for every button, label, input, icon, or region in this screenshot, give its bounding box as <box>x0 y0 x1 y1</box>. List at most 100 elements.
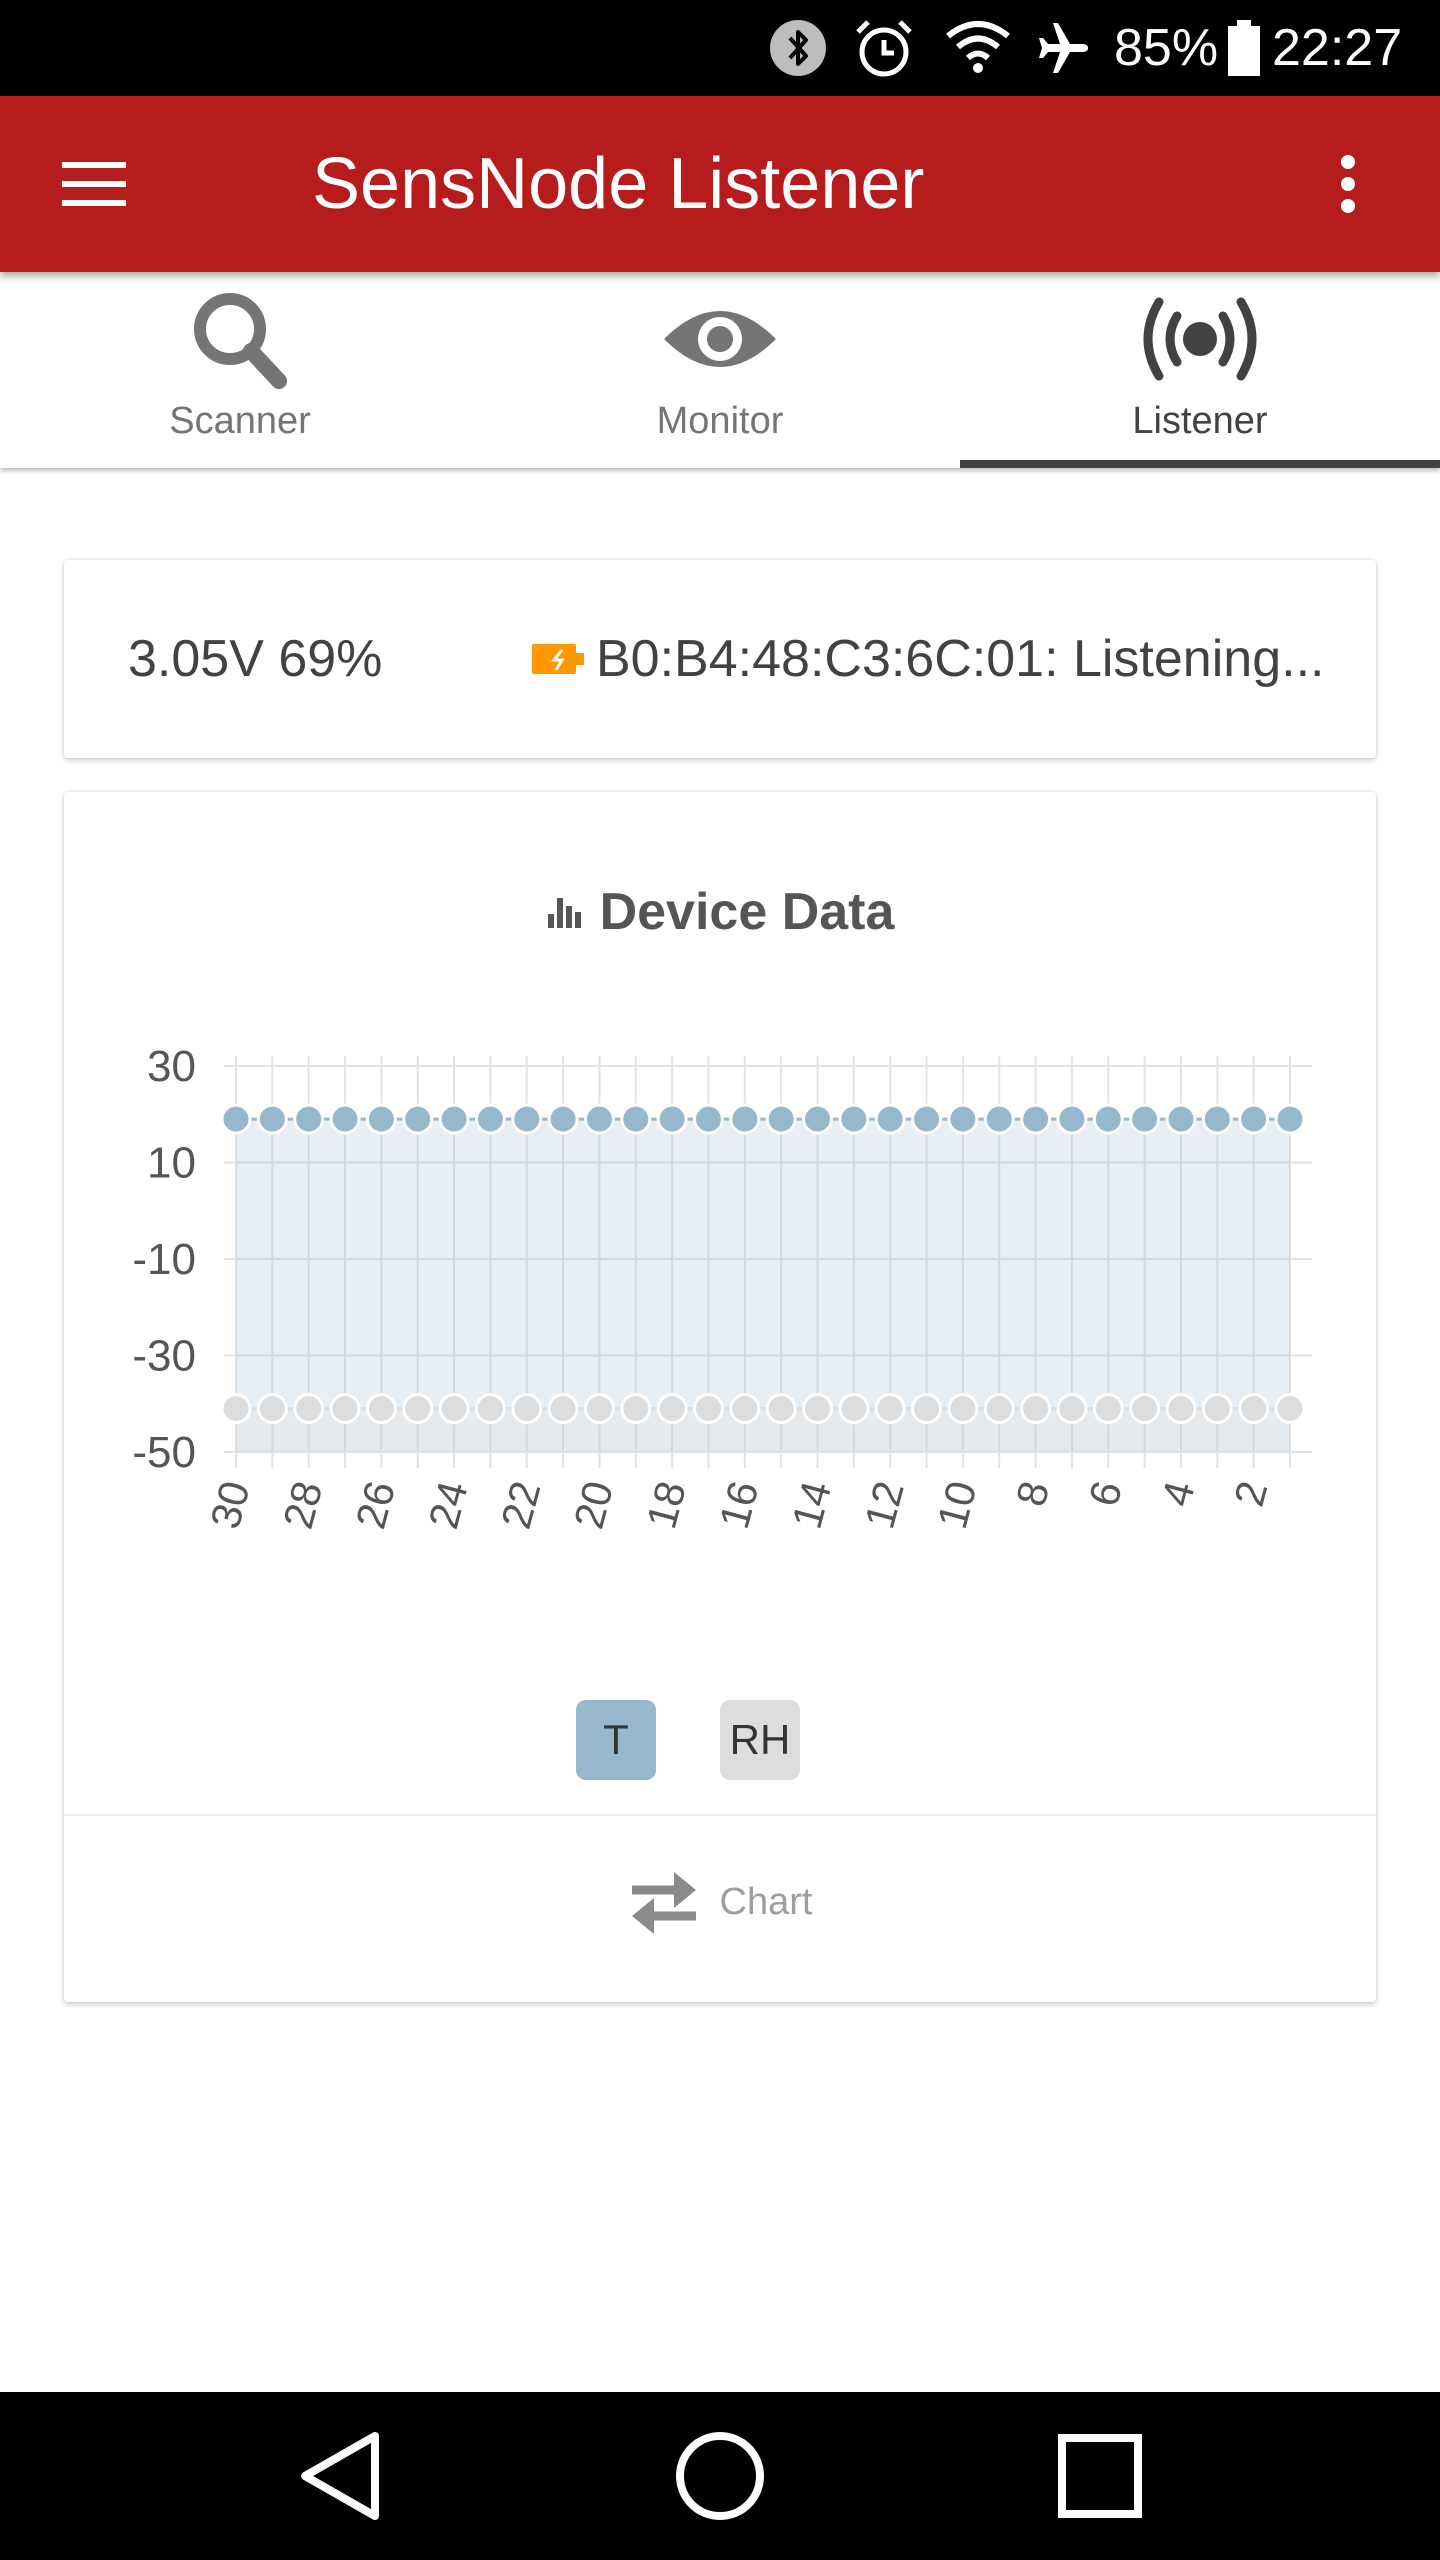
tab-listener[interactable]: Listener <box>960 272 1440 468</box>
series-rh-point <box>1020 1393 1052 1425</box>
series-rh-point <box>911 1393 943 1425</box>
back-button[interactable] <box>240 2392 440 2560</box>
series-t-point <box>438 1103 470 1135</box>
series-t-point <box>765 1103 797 1135</box>
bar-chart-icon <box>546 892 586 932</box>
overflow-menu-button[interactable] <box>1300 136 1396 232</box>
battery-icon <box>1226 0 1262 96</box>
chart-view-switch-button[interactable]: Chart <box>64 1864 1376 1940</box>
series-rh-point <box>1201 1393 1233 1425</box>
device-data-card: Device Data 30 10 -10 -30 -50 30 28 26 24 22 20 18 1… <box>64 792 1376 2002</box>
series-rh-point <box>329 1393 361 1425</box>
recents-square-icon <box>1058 2434 1142 2518</box>
x-tick-label: 12 <box>855 1476 912 1533</box>
series-rh-point <box>511 1393 543 1425</box>
app-title: SensNode Listener <box>312 144 925 224</box>
battery-voltage: 3.05V 69% <box>128 630 383 688</box>
series-rh-point <box>402 1393 434 1425</box>
series-t-point <box>729 1103 761 1135</box>
y-tick-label: -30 <box>132 1332 196 1381</box>
series-t-point <box>220 1103 252 1135</box>
home-circle-icon <box>676 2432 764 2520</box>
series-t-point <box>583 1103 615 1135</box>
series-t-point <box>620 1103 652 1135</box>
series-t-point <box>911 1103 943 1135</box>
series-t-point <box>329 1103 361 1135</box>
x-tick-label: 20 <box>565 1476 622 1533</box>
tab-label: Listener <box>1132 400 1268 442</box>
x-tick-label: 10 <box>928 1476 985 1533</box>
series-rh-point <box>1092 1393 1124 1425</box>
divider <box>64 1814 1376 1816</box>
airplane-icon <box>1034 0 1092 96</box>
toggle-series-rh[interactable]: RH <box>720 1700 800 1780</box>
series-rh-point <box>802 1393 834 1425</box>
series-rh-point <box>1056 1393 1088 1425</box>
active-tab-indicator <box>960 460 1440 468</box>
series-t-point <box>656 1103 688 1135</box>
y-tick-label: -50 <box>132 1428 196 1477</box>
x-tick-label: 4 <box>1152 1476 1203 1511</box>
series-t-point <box>1238 1103 1270 1135</box>
x-tick-label: 24 <box>419 1476 476 1533</box>
y-tick-label: 10 <box>147 1139 196 1188</box>
alarm-icon <box>852 0 916 96</box>
search-icon <box>194 293 287 389</box>
series-rh-point <box>729 1393 761 1425</box>
eye-icon <box>664 311 776 367</box>
tab-scanner[interactable]: Scanner <box>0 272 480 468</box>
series-t-point <box>838 1103 870 1135</box>
series-t-point <box>692 1103 724 1135</box>
status-bar: 85% 22:27 <box>0 0 1440 96</box>
series-rh-point <box>293 1393 325 1425</box>
x-tick-label: 14 <box>783 1476 840 1533</box>
series-t-point <box>1165 1103 1197 1135</box>
tab-label: Monitor <box>656 400 784 442</box>
series-t-point <box>1092 1103 1124 1135</box>
x-tick-label: 2 <box>1225 1476 1276 1511</box>
series-rh-point <box>365 1393 397 1425</box>
swap-arrows-icon <box>628 1866 700 1938</box>
series-rh-point <box>692 1393 724 1425</box>
series-rh-point <box>438 1393 470 1425</box>
series-t-point <box>1274 1103 1306 1135</box>
chart-view-switch-label: Chart <box>719 1880 813 1923</box>
series-rh-point <box>838 1393 870 1425</box>
series-rh-point <box>474 1393 506 1425</box>
menu-button[interactable] <box>40 136 148 232</box>
home-button[interactable] <box>620 2392 820 2560</box>
tab-monitor[interactable]: Monitor <box>480 272 960 468</box>
series-t-point <box>1056 1103 1088 1135</box>
series-rh-point <box>656 1393 688 1425</box>
navigation-bar <box>0 2392 1440 2560</box>
tab-bar: Scanner Monitor Listener <box>0 272 1440 468</box>
series-t-point <box>256 1103 288 1135</box>
menu-icon <box>62 162 126 206</box>
x-tick-label: 8 <box>1007 1476 1058 1511</box>
device-status-card: 3.05V 69% B0:B4:48:C3:6C:01: Listening..… <box>64 560 1376 758</box>
series-rh-point <box>1274 1393 1306 1425</box>
battery-charging-icon <box>532 644 584 674</box>
series-t-point <box>1129 1103 1161 1135</box>
x-tick-label: 6 <box>1080 1476 1131 1511</box>
series-rh-point <box>1165 1393 1197 1425</box>
toggle-series-t[interactable]: T <box>576 1700 656 1780</box>
broadcast-icon <box>1143 297 1257 381</box>
x-tick-label: 22 <box>492 1476 549 1533</box>
x-tick-label: 26 <box>347 1476 404 1533</box>
series-t-point <box>1201 1103 1233 1135</box>
wifi-icon <box>946 0 1010 96</box>
x-tick-label: 18 <box>637 1476 694 1533</box>
x-tick-label: 28 <box>274 1476 331 1533</box>
battery-percent: 85% <box>1114 19 1219 77</box>
series-rh-point <box>765 1393 797 1425</box>
series-t-point <box>802 1103 834 1135</box>
series-t-point <box>293 1103 325 1135</box>
device-listening-status: B0:B4:48:C3:6C:01: Listening... <box>596 630 1325 688</box>
x-tick-label: 30 <box>201 1476 258 1533</box>
tab-label: Scanner <box>169 400 311 442</box>
series-rh-point <box>547 1393 579 1425</box>
series-t-point <box>511 1103 543 1135</box>
series-rh-point <box>583 1393 615 1425</box>
recents-button[interactable] <box>1000 2392 1200 2560</box>
